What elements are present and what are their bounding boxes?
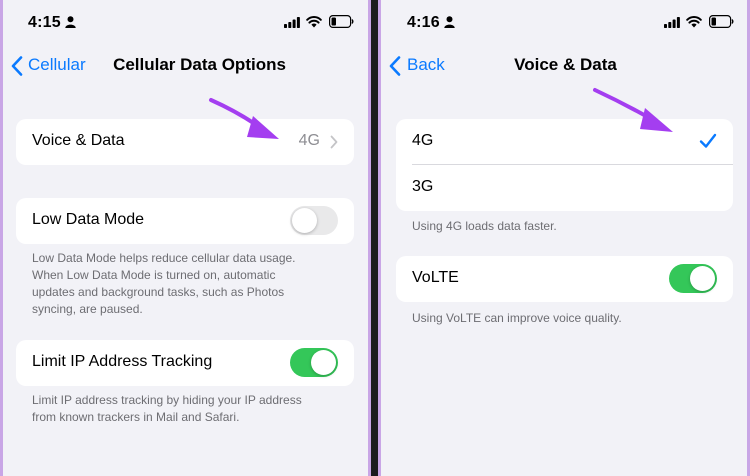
footnote-line: updates and background tasks, such as Ph… [32,285,285,299]
voice-data-row[interactable]: Voice & Data 4G [16,119,354,165]
checkmark-icon [699,133,717,148]
low-data-mode-row: Low Data Mode [16,198,354,244]
low-data-mode-label: Low Data Mode [32,211,145,228]
volte-group: VoLTE [396,256,733,302]
battery-icon [709,15,734,28]
footnote-line: When Low Data Mode is turned on, automat… [32,268,276,282]
nav-bar: Back Voice & Data [381,46,750,86]
wifi-icon [306,16,322,28]
status-bar: 4:15 [3,0,368,44]
network-option-label: 4G [412,132,434,149]
volte-row: VoLTE [396,256,733,302]
toggle-knob [311,350,336,375]
status-bar: 4:16 [381,0,750,44]
volte-toggle[interactable] [669,264,717,293]
person-icon [444,16,455,28]
wifi-icon [686,16,702,28]
cellular-signal-icon [284,17,300,28]
footnote-line: Low Data Mode helps reduce cellular data… [32,251,296,265]
cellular-signal-icon [664,17,680,28]
limit-ip-tracking-footnote: Limit IP address tracking by hiding your… [32,392,352,426]
toggle-knob [690,266,715,291]
voice-data-label: Voice & Data [32,132,125,149]
low-data-mode-toggle[interactable] [290,206,338,235]
right-screen: 4:16 Back Voice & Data 4G 3G Using 4G lo… [381,0,750,476]
footnote-line: Limit IP address tracking by hiding your… [32,393,302,407]
limit-ip-tracking-row: Limit IP Address Tracking [16,340,354,386]
voice-data-value: 4G [298,132,320,149]
page-title: Cellular Data Options [113,55,286,74]
nav-bar: Cellular Cellular Data Options [3,46,368,86]
page-title: Voice & Data [514,55,617,74]
limit-ip-tracking-group: Limit IP Address Tracking [16,340,354,386]
toggle-knob [292,208,317,233]
limit-ip-tracking-label: Limit IP Address Tracking [32,353,213,370]
volte-footnote: Using VoLTE can improve voice quality. [412,311,622,325]
low-data-mode-footnote: Low Data Mode helps reduce cellular data… [32,250,352,318]
status-time: 4:16 [407,14,440,31]
annotation-arrow [593,88,673,132]
footnote-line: from known trackers in Mail and Safari. [32,410,240,424]
footnote-line: syncing, are paused. [32,302,143,316]
left-screen: 4:15 Cellular Cellular Data Options Voic… [3,0,368,476]
limit-ip-tracking-toggle[interactable] [290,348,338,377]
volte-label: VoLTE [412,269,459,286]
person-icon [65,16,76,28]
status-time: 4:15 [28,14,61,31]
left-frame-border-right [368,0,371,476]
network-option-3g[interactable]: 3G [396,165,733,211]
low-data-mode-group: Low Data Mode [16,198,354,244]
annotation-arrow [209,98,279,139]
network-option-label: 3G [412,178,434,195]
voice-data-group: Voice & Data 4G [16,119,354,165]
battery-icon [329,15,354,28]
network-footnote: Using 4G loads data faster. [412,219,557,233]
chevron-right-icon [330,135,338,149]
